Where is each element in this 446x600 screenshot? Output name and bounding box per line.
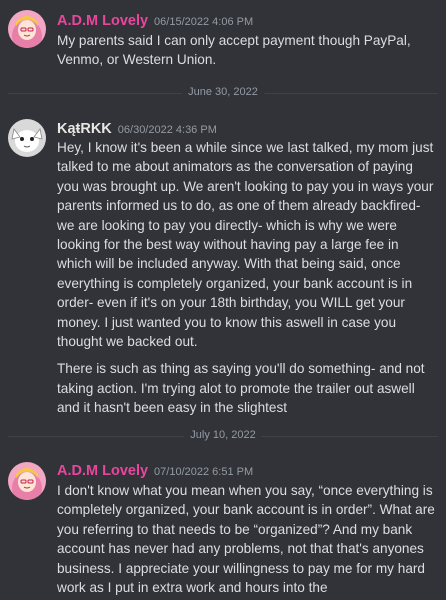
avatar[interactable]: [8, 119, 46, 157]
message-timestamp: 06/30/2022 4:36 PM: [117, 124, 217, 136]
message-content: I don't know what you mean when you say,…: [57, 481, 437, 597]
avatar[interactable]: [8, 462, 46, 500]
message-paragraph: I don't know what you mean when you say,…: [57, 483, 435, 596]
message-paragraph: My parents said I can only accept paymen…: [57, 33, 411, 68]
divider-date-label: July 10, 2022: [184, 429, 262, 441]
author-name[interactable]: KąŧRKK: [57, 121, 112, 137]
pink-hair-girl-avatar-icon: [8, 10, 46, 48]
message-timestamp: 06/15/2022 4:06 PM: [154, 16, 254, 28]
date-divider: July 10, 2022: [8, 429, 438, 443]
message-paragraph: Hey, I know it's been a while since we l…: [57, 140, 434, 350]
date-divider: June 30, 2022: [8, 86, 438, 100]
message-timestamp: 07/10/2022 6:51 PM: [154, 466, 254, 478]
author-name[interactable]: A.D.M Lovely: [57, 13, 148, 29]
divider-date-label: June 30, 2022: [182, 86, 264, 98]
pink-hair-girl-avatar-icon: [8, 462, 46, 500]
white-creature-avatar-icon: [8, 119, 46, 157]
author-name[interactable]: A.D.M Lovely: [57, 463, 148, 479]
message-content: My parents said I can only accept paymen…: [57, 31, 437, 70]
message-content: Hey, I know it's been a while since we l…: [57, 138, 437, 418]
avatar[interactable]: [8, 10, 46, 48]
message-paragraph: There is such as thing as saying you'll …: [57, 361, 425, 416]
